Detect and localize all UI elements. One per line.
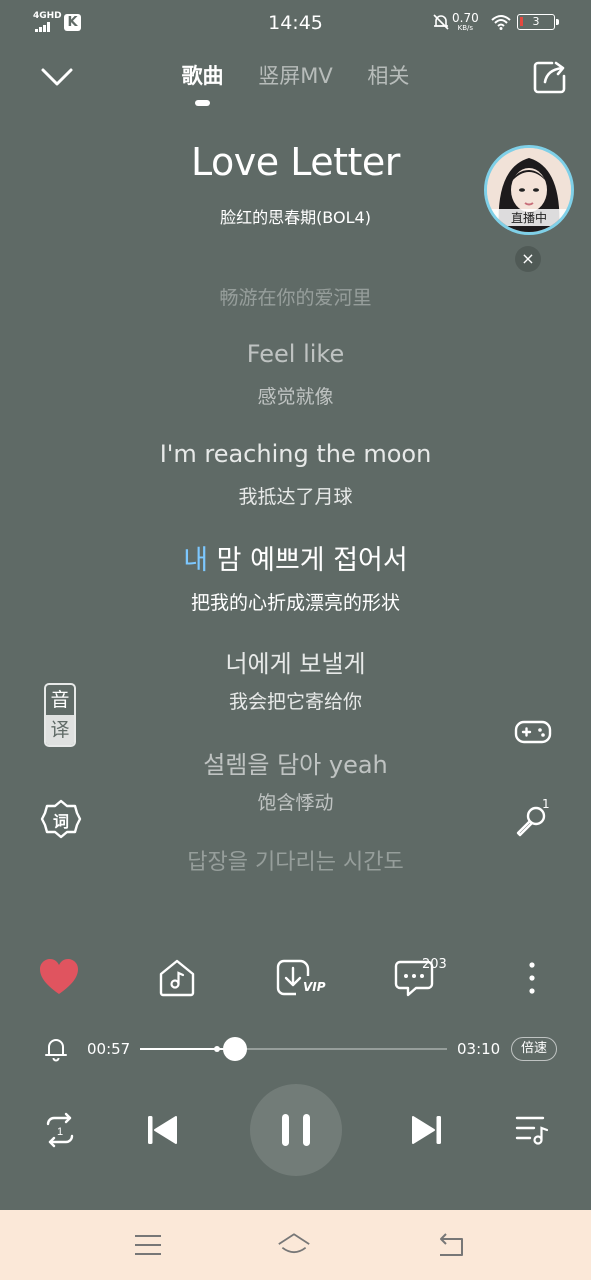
close-live-icon[interactable]: × [515,246,541,272]
chorus-marker [214,1046,220,1052]
lyrics-poster-button[interactable]: 词 [40,798,82,840]
net-speed-unit: KB/s [457,24,474,32]
tab-related[interactable]: 相关 [367,60,409,90]
playback-speed-button[interactable]: 倍速 [511,1037,557,1061]
mute-bell-icon [433,14,449,30]
lyrics-label: 词 [52,812,69,831]
live-stream-avatar[interactable]: 直播中 [484,145,574,235]
transliteration-translation-toggle[interactable]: 音 译 [44,683,76,747]
pause-button[interactable] [250,1084,342,1176]
mic-count: 1 [542,797,550,811]
current-lyric-sung: 내 [183,545,209,576]
lyric-line: 답장을 기다리는 시간도 [187,850,404,875]
phonetic-label: 音 [50,689,70,711]
live-badge: 直播中 [487,209,571,226]
svg-text:1: 1 [57,1126,63,1138]
tab-song[interactable]: 歌曲 [182,60,224,90]
lyric-translation: 我会把它寄给你 [228,691,362,713]
alarm-bell-icon[interactable] [44,1036,68,1062]
net-speed-value: 0.70 [452,11,479,25]
status-bar: 4GHD K 14:45 0.70 KB/s 3 [0,0,591,46]
lyric-translation: 饱含悸动 [257,792,334,814]
current-lyric-line: 내 맘 예쁘게 접어서 [0,538,591,577]
share-icon[interactable] [532,60,568,96]
net-speed: 0.70 KB/s [452,12,479,32]
recent-apps-menu-icon[interactable] [131,1230,165,1260]
tab-vertical-mv[interactable]: 竖屏MV [258,60,332,90]
lyric-translation: 感觉就像 [257,386,334,408]
comment-count: 203 [422,957,447,972]
wifi-icon [491,15,511,30]
progress-thumb[interactable] [223,1037,247,1061]
lyric-translation: 我抵达了月球 [238,486,353,508]
playlist-icon[interactable] [510,1108,554,1152]
karaoke-mic-button[interactable]: 1 [512,797,552,840]
back-icon[interactable] [434,1230,468,1260]
active-tab-indicator [195,100,210,106]
next-track-icon[interactable] [405,1108,449,1152]
repeat-one-icon[interactable]: 1 [38,1108,82,1152]
pause-icon [282,1114,310,1146]
home-icon[interactable] [277,1230,311,1260]
battery-level: 3 [532,15,540,28]
lyric-line: 畅游在你的爱河里 [219,287,372,309]
current-time: 00:57 [87,1040,131,1058]
top-tabs: 歌曲 竖屏MV 相关 [0,60,591,90]
vip-label: VIP [303,980,326,994]
progress-track[interactable] [140,1048,447,1050]
total-time: 03:10 [457,1040,501,1058]
lyric-line: 너에게 보낼게 [225,650,366,678]
current-lyric-translation: 把我的心折成漂亮的形状 [190,592,400,614]
progress-fill [140,1048,235,1050]
music-home-icon[interactable] [155,956,199,1000]
vip-download-button[interactable]: VIP [274,956,326,1000]
current-lyric-rest: 맘 예쁘게 접어서 [208,545,408,576]
previous-track-icon[interactable] [140,1108,184,1152]
lyric-line: Feel like [246,340,345,368]
translation-label: 译 [46,715,74,745]
lyric-line: I'm reaching the moon [159,440,432,468]
more-vertical-icon[interactable] [510,956,554,1000]
lyric-line: 설렘을 담아 yeah [203,751,388,779]
battery-icon: 3 [517,14,559,30]
like-heart-icon[interactable] [37,956,81,1000]
gamepad-icon[interactable] [513,712,553,752]
